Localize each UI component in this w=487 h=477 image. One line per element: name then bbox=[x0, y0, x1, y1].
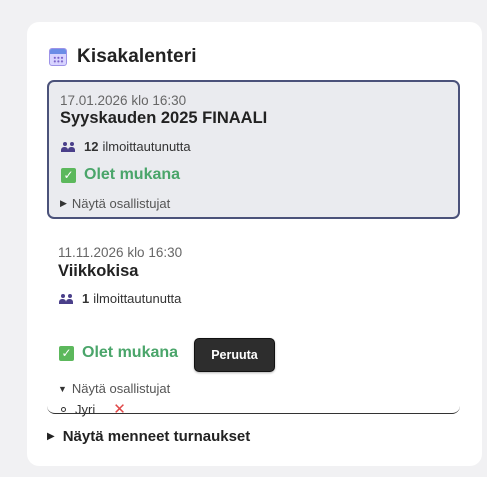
page-title: Kisakalenteri bbox=[77, 46, 197, 67]
calendar-icon bbox=[49, 48, 67, 66]
registration-count: 1 ilmoittautunutta bbox=[59, 291, 181, 306]
registered-number: 12 bbox=[84, 139, 99, 154]
show-participants-toggle[interactable]: ▶ Näytä osallistujat bbox=[60, 196, 170, 211]
people-icon bbox=[61, 141, 76, 152]
registered-label: ilmoittautunutta bbox=[93, 291, 182, 306]
people-icon bbox=[59, 293, 74, 304]
participant-name: Jyri bbox=[75, 402, 96, 417]
registered-label: ilmoittautunutta bbox=[102, 139, 191, 154]
tournament-card: 17.01.2026 klo 16:30 Syyskauden 2025 FIN… bbox=[47, 80, 460, 219]
tournament-card: 11.11.2026 klo 16:30 Viikkokisa 1 ilmoit… bbox=[47, 234, 460, 417]
tournament-calendar-card: Kisakalenteri 17.01.2026 klo 16:30 Syysk… bbox=[27, 22, 482, 466]
check-icon: ✓ bbox=[59, 345, 74, 361]
participation-status: ✓ Olet mukana bbox=[59, 344, 178, 362]
toggle-label: Näytä osallistujat bbox=[71, 196, 171, 211]
participation-status: ✓ Olet mukana bbox=[61, 166, 180, 184]
tournament-name: Syyskauden 2025 FINAALI bbox=[60, 109, 268, 127]
show-participants-toggle[interactable]: ▼ Näytä osallistujat bbox=[58, 381, 170, 396]
check-icon: ✓ bbox=[61, 167, 76, 183]
tournament-date: 17.01.2026 klo 16:30 bbox=[60, 93, 187, 108]
registration-count: 12 ilmoittautunutta bbox=[61, 139, 191, 154]
calendar-header: Kisakalenteri bbox=[49, 46, 197, 68]
remove-participant-icon[interactable]: ✕ bbox=[113, 402, 126, 417]
participant-list-item: Jyri ✕ bbox=[61, 402, 126, 417]
tournament-date: 11.11.2026 klo 16:30 bbox=[58, 245, 183, 260]
status-label: Olet mukana bbox=[84, 166, 181, 183]
past-toggle-label: Näytä menneet turnaukset bbox=[62, 428, 251, 445]
show-past-tournaments-toggle[interactable]: ▶ Näytä menneet turnaukset bbox=[47, 428, 250, 445]
tournament-name: Viikkokisa bbox=[58, 262, 139, 280]
cancel-registration-button[interactable]: Peruuta bbox=[194, 338, 275, 372]
registered-number: 1 bbox=[82, 291, 90, 306]
triangle-down-icon: ▼ bbox=[58, 383, 67, 394]
triangle-right-icon: ▶ bbox=[47, 431, 55, 442]
status-label: Olet mukana bbox=[82, 344, 179, 361]
bullet-icon bbox=[61, 407, 66, 412]
toggle-label: Näytä osallistujat bbox=[71, 381, 171, 396]
triangle-right-icon: ▶ bbox=[60, 198, 67, 208]
